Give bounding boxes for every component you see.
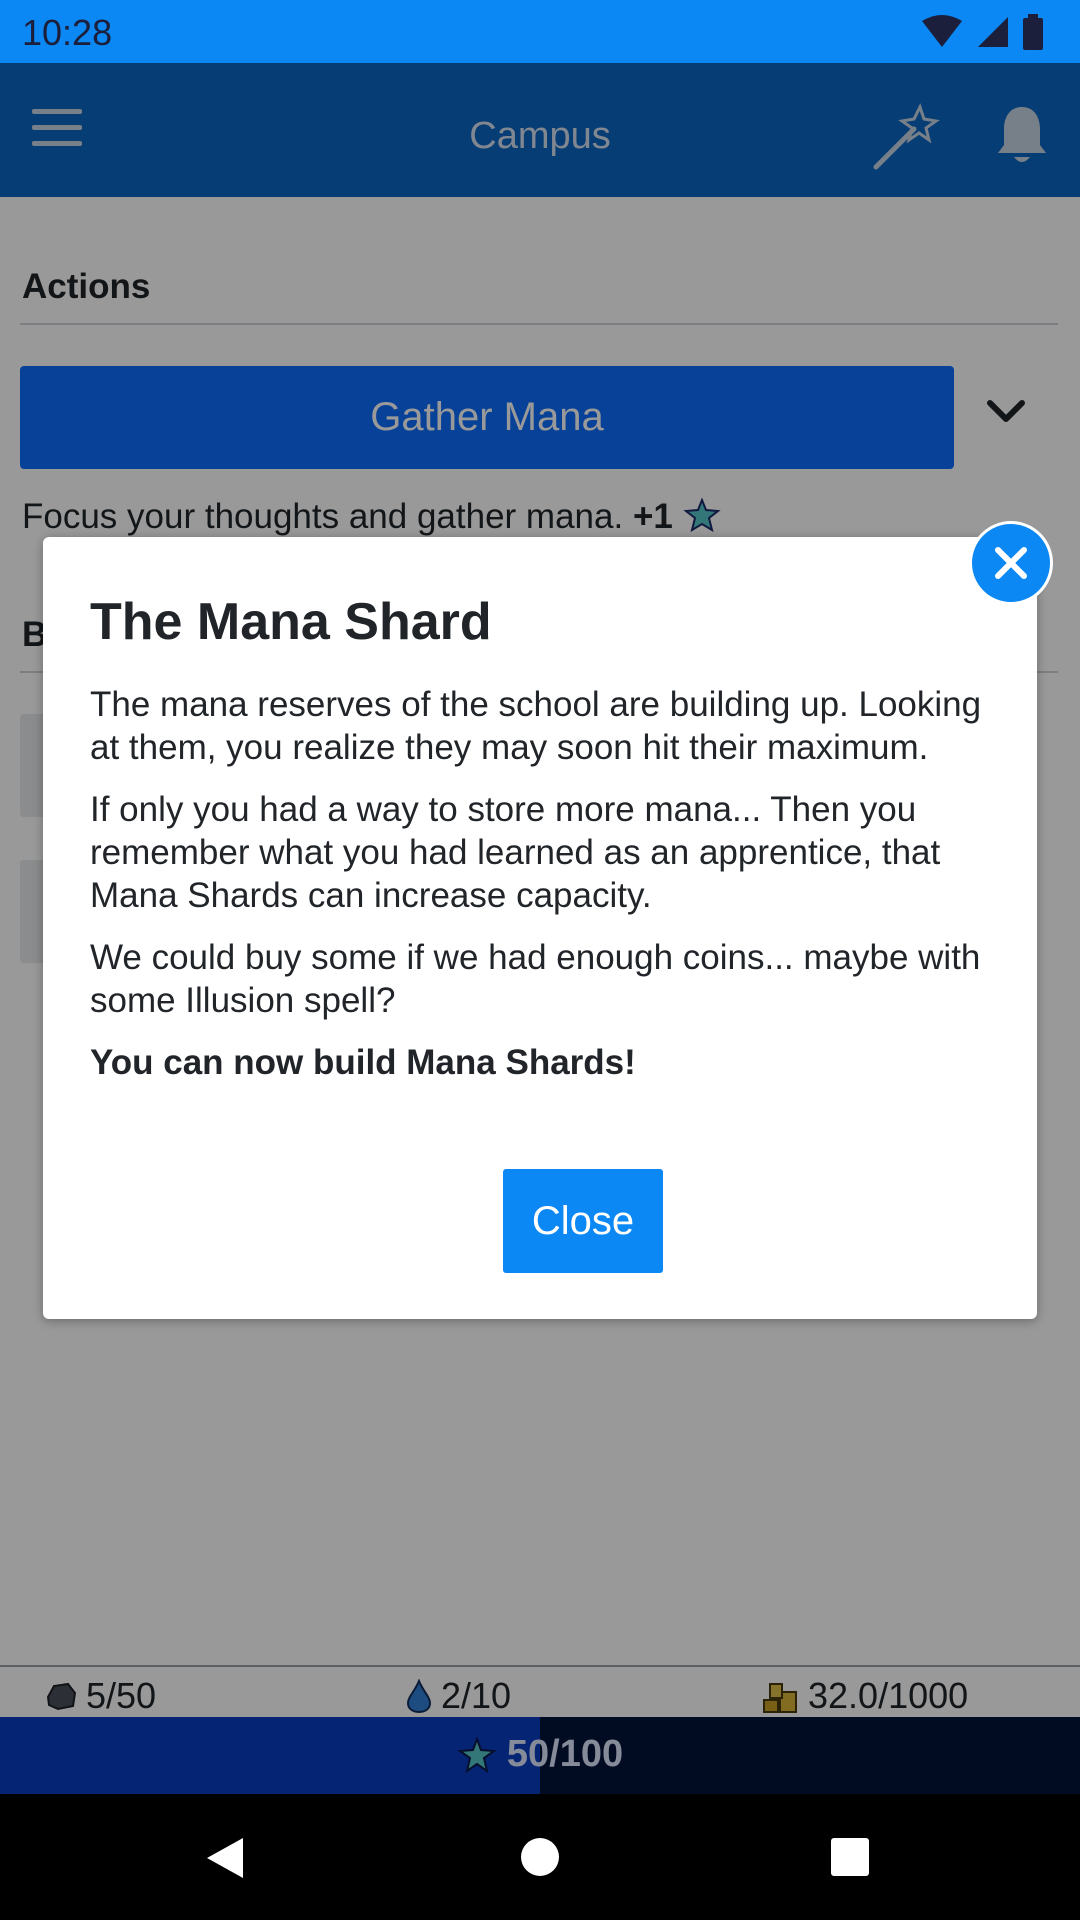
status-time: 10:28 [22, 12, 113, 53]
wifi-icon [922, 15, 962, 47]
status-bar: 10:28 [0, 0, 1080, 63]
modal-unlock-message: You can now build Mana Shards! [90, 1043, 636, 1082]
close-icon[interactable] [969, 521, 1053, 605]
modal-paragraph: We could buy some if we had enough coins… [90, 938, 981, 1020]
story-modal: The Mana Shard The mana reserves of the … [43, 537, 1037, 1319]
home-icon[interactable] [519, 1836, 561, 1878]
modal-paragraph: The mana reserves of the school are buil… [90, 685, 982, 767]
status-icons [920, 14, 1044, 50]
system-nav-bar [0, 1794, 1080, 1920]
modal-title: The Mana Shard [90, 593, 492, 651]
modal-close-button[interactable]: Close [503, 1169, 663, 1273]
recents-icon[interactable] [830, 1837, 870, 1877]
back-icon[interactable] [205, 1836, 245, 1880]
modal-body: The mana reserves of the school are buil… [90, 683, 1010, 1103]
battery-icon [1023, 14, 1043, 50]
modal-paragraph: If only you had a way to store more mana… [90, 790, 941, 915]
cell-signal-icon [978, 17, 1008, 47]
